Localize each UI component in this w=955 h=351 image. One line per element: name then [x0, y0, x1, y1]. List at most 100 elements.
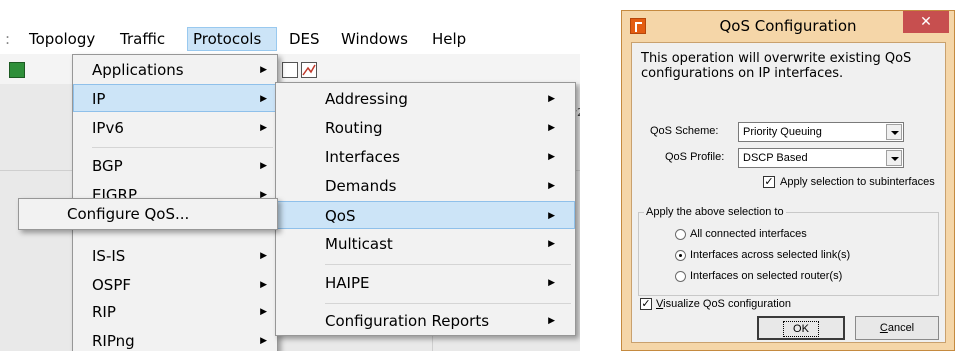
visualize-checkbox[interactable]: ✓ — [640, 298, 652, 310]
ok-button[interactable]: OK — [757, 316, 845, 340]
radio-selected-routers[interactable] — [675, 271, 686, 282]
submenu-arrow-icon: ▶ — [260, 123, 267, 133]
close-icon: ✕ — [920, 14, 932, 30]
submenu-arrow-icon: ▶ — [548, 152, 555, 162]
menu-item-label: IP — [92, 90, 106, 108]
menu-item-label: Multicast — [325, 235, 393, 253]
chevron-down-icon[interactable] — [886, 124, 902, 140]
chart-icon[interactable] — [301, 62, 317, 78]
ok-button-label: OK — [783, 321, 819, 337]
menu-des[interactable]: DES — [284, 27, 325, 51]
qos-submenu: Configure QoS... — [18, 198, 278, 230]
qos-scheme-select[interactable]: Priority Queuing — [738, 122, 904, 142]
visualize-label: Visualize QoS configuration — [656, 298, 791, 310]
submenu-arrow-icon: ▶ — [548, 239, 555, 249]
menu-item-label: RIPng — [92, 332, 135, 350]
menu-item-ipv6[interactable]: IPv6 ▶ — [73, 114, 277, 142]
menu-item-haipe[interactable]: HAIPE ▶ — [276, 269, 575, 297]
menu-separator — [92, 147, 273, 148]
menu-item-label: RIP — [92, 303, 116, 321]
apply-selection-group-title: Apply the above selection to — [644, 206, 786, 218]
menu-item-label: Configure QoS... — [67, 205, 190, 223]
menu-item-ospf[interactable]: OSPF ▶ — [73, 271, 277, 299]
menu-item-bgp[interactable]: BGP ▶ — [73, 152, 277, 180]
qos-scheme-value: Priority Queuing — [743, 126, 822, 138]
submenu-arrow-icon: ▶ — [548, 94, 555, 104]
qos-scheme-label: QoS Scheme: — [650, 125, 719, 137]
ip-submenu: Addressing ▶ Routing ▶ Interfaces ▶ Dema… — [275, 82, 576, 336]
qos-profile-label: QoS Profile: — [665, 151, 725, 163]
menu-item-label: IS-IS — [92, 247, 126, 265]
menu-item-label: Routing — [325, 119, 383, 137]
submenu-arrow-icon: ▶ — [548, 211, 555, 221]
radio-all-connected-label: All connected interfaces — [690, 228, 807, 240]
menu-item-rip[interactable]: RIP ▶ — [73, 298, 277, 326]
menu-item-ip[interactable]: IP ▶ — [73, 84, 277, 112]
menu-item-label: IPv6 — [92, 119, 124, 137]
app-window: : Topology Traffic Protocols DES Windows… — [0, 0, 580, 351]
menu-item-multicast[interactable]: Multicast ▶ — [276, 230, 575, 258]
menu-item-configure-qos[interactable]: Configure QoS... — [19, 200, 277, 228]
menu-item-label: Interfaces — [325, 148, 400, 166]
submenu-arrow-icon: ▶ — [548, 123, 555, 133]
submenu-arrow-icon: ▶ — [260, 280, 267, 290]
submenu-arrow-icon: ▶ — [260, 251, 267, 261]
warning-line-2: configurations on IP interfaces. — [641, 66, 844, 81]
qos-profile-value: DSCP Based — [743, 152, 808, 164]
submenu-arrow-icon: ▶ — [260, 65, 267, 75]
copy-icon[interactable] — [282, 62, 298, 78]
submenu-arrow-icon: ▶ — [260, 161, 267, 171]
cancel-accesskey: C — [879, 322, 888, 334]
checkmark-icon: ✓ — [641, 297, 651, 310]
menu-bar: : Topology Traffic Protocols DES Windows… — [0, 24, 580, 54]
menu-item-is-is[interactable]: IS-IS ▶ — [73, 242, 277, 270]
qos-configuration-dialog: QoS Configuration ✕ This operation will … — [621, 10, 955, 351]
menu-item-label: QoS — [325, 207, 356, 225]
menu-separator — [325, 264, 571, 265]
menu-item-qos[interactable]: QoS ▶ — [276, 201, 575, 229]
menu-item-configuration-reports[interactable]: Configuration Reports ▶ — [276, 307, 575, 335]
menu-item-label: OSPF — [92, 276, 132, 294]
radio-selected-links-label: Interfaces across selected link(s) — [690, 249, 851, 261]
menu-protocols[interactable]: Protocols — [187, 27, 277, 51]
menu-item-interfaces[interactable]: Interfaces ▶ — [276, 143, 575, 171]
menu-item-label: Addressing — [325, 90, 408, 108]
checkmark-icon: ✓ — [764, 175, 774, 188]
submenu-arrow-icon: ▶ — [548, 278, 555, 288]
cancel-button[interactable]: Cancel — [855, 316, 939, 340]
warning-line-1: This operation will overwrite existing Q… — [641, 51, 912, 66]
radio-all-connected[interactable] — [675, 229, 686, 240]
save-icon[interactable] — [9, 62, 25, 78]
submenu-arrow-icon: ▶ — [548, 181, 555, 191]
menu-windows[interactable]: Windows — [336, 27, 413, 51]
subinterfaces-label: Apply selection to subinterfaces — [780, 176, 935, 188]
radio-selected-links[interactable] — [675, 250, 686, 261]
dialog-body: This operation will overwrite existing Q… — [631, 42, 946, 343]
submenu-arrow-icon: ▶ — [260, 336, 267, 346]
close-button[interactable]: ✕ — [903, 11, 949, 33]
menu-item-label: Applications — [92, 61, 184, 79]
menu-item-label: BGP — [92, 157, 123, 175]
chevron-down-icon[interactable] — [886, 150, 902, 166]
menu-item-label: Demands — [325, 177, 397, 195]
submenu-arrow-icon: ▶ — [260, 94, 267, 104]
menu-help[interactable]: Help — [427, 27, 471, 51]
menu-item-demands[interactable]: Demands ▶ — [276, 172, 575, 200]
dialog-title-bar[interactable]: QoS Configuration ✕ — [622, 11, 954, 41]
submenu-arrow-icon: ▶ — [548, 316, 555, 326]
subinterfaces-checkbox[interactable]: ✓ — [763, 176, 775, 188]
menu-item-applications[interactable]: Applications ▶ — [73, 56, 277, 84]
menu-separator — [325, 303, 571, 304]
menu-item-ripng[interactable]: RIPng ▶ — [73, 327, 277, 351]
menu-item-routing[interactable]: Routing ▶ — [276, 114, 575, 142]
menu-item-label: Configuration Reports — [325, 312, 490, 330]
qos-profile-select[interactable]: DSCP Based — [738, 148, 904, 168]
menu-topology[interactable]: Topology — [24, 27, 100, 51]
radio-selected-routers-label: Interfaces on selected router(s) — [690, 270, 843, 282]
menu-traffic[interactable]: Traffic — [115, 27, 170, 51]
chart-line-icon — [302, 64, 316, 76]
menu-item-addressing[interactable]: Addressing ▶ — [276, 85, 575, 113]
menu-item-label: HAIPE — [325, 274, 370, 292]
submenu-arrow-icon: ▶ — [260, 307, 267, 317]
menubar-separator: : — [5, 30, 11, 48]
